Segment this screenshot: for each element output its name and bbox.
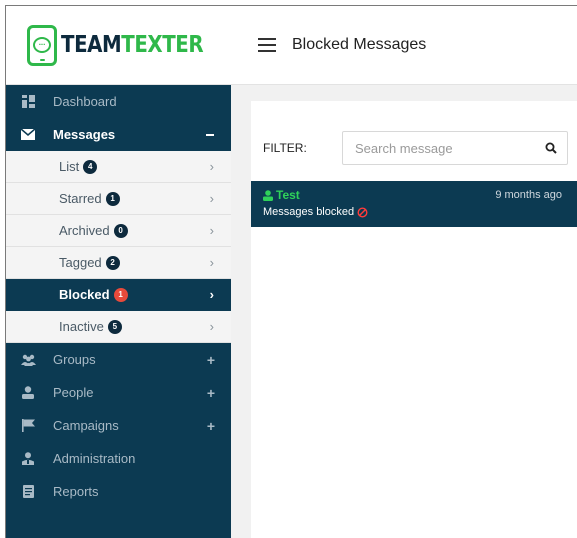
chevron-right-icon: › (209, 319, 214, 334)
chevron-right-icon: › (209, 255, 214, 270)
sidebar-item-label: People (53, 385, 94, 400)
sidebar-item-dashboard[interactable]: Dashboard (6, 85, 231, 118)
logo[interactable]: ··· TEAMTEXTER (6, 6, 231, 85)
subitem-label: Tagged (59, 255, 102, 270)
expand-plus-icon[interactable]: + (207, 385, 215, 401)
logo-texter: TEXTER (121, 32, 204, 58)
sidebar-item-label: Messages (53, 127, 116, 142)
contact-name: Test (276, 188, 300, 202)
logo-team: TEAM (61, 32, 122, 58)
envelope-icon (20, 127, 36, 143)
chevron-right-icon: › (209, 223, 214, 238)
sidebar-item-administration[interactable]: Administration (6, 442, 231, 475)
sidebar-item-label: Groups (53, 352, 96, 367)
message-text: Messages blocked (263, 206, 355, 218)
person-icon (20, 385, 36, 401)
sidebar-item-groups[interactable]: Groups + (6, 343, 231, 376)
count-badge: 4 (83, 159, 98, 174)
sidebar-item-campaigns[interactable]: Campaigns + (6, 409, 231, 442)
collapse-icon[interactable] (206, 133, 214, 136)
count-badge: 1 (113, 287, 128, 302)
subitem-label: Inactive (59, 319, 104, 334)
page-title: Blocked Messages (292, 36, 427, 53)
subitem-label: Starred (59, 191, 102, 206)
phone-logo-icon: ··· (27, 24, 57, 66)
report-icon (20, 484, 36, 500)
expand-plus-icon[interactable]: + (207, 418, 215, 434)
groups-icon (20, 352, 36, 368)
sidebar-item-reports[interactable]: Reports (6, 475, 231, 508)
filter-row: FILTER: (251, 131, 577, 165)
sidebar-item-people[interactable]: People + (6, 376, 231, 409)
message-contact: Test (263, 188, 300, 202)
sidebar-subitem-starred[interactable]: Starred 1 › (6, 183, 231, 215)
sidebar-subitem-tagged[interactable]: Tagged 2 › (6, 247, 231, 279)
count-badge: 2 (105, 255, 120, 270)
sidebar-subitem-archived[interactable]: Archived 0 › (6, 215, 231, 247)
flag-icon (20, 418, 36, 434)
sidebar-subitem-list[interactable]: List 4 › (6, 151, 231, 183)
subitem-label: Blocked (59, 287, 110, 302)
count-badge: 1 (105, 191, 120, 206)
hamburger-menu-icon[interactable] (258, 38, 276, 52)
admin-icon (20, 451, 36, 467)
chevron-right-icon: › (209, 287, 214, 302)
sidebar-item-messages[interactable]: Messages (6, 118, 231, 151)
count-badge: 5 (107, 319, 122, 334)
user-icon (263, 189, 273, 201)
sidebar: ··· TEAMTEXTER Dashboard Messages List 4… (6, 6, 231, 538)
sidebar-item-label: Reports (53, 484, 99, 499)
sidebar-item-label: Administration (53, 451, 136, 466)
chevron-right-icon: › (209, 191, 214, 206)
expand-plus-icon[interactable]: + (207, 352, 215, 368)
dashboard-icon (20, 94, 36, 110)
logo-text: TEAMTEXTER (61, 32, 204, 58)
blocked-icon (357, 206, 368, 218)
sidebar-item-label: Dashboard (53, 94, 117, 109)
message-row[interactable]: Test 9 months ago Messages blocked (251, 181, 577, 227)
message-time: 9 months ago (495, 189, 562, 201)
messages-panel: FILTER: Test 9 months ago Messages block… (251, 101, 577, 538)
top-header: Blocked Messages (231, 6, 577, 85)
sidebar-subitem-inactive[interactable]: Inactive 5 › (6, 311, 231, 343)
search-box (342, 131, 568, 165)
sidebar-item-label: Campaigns (53, 418, 119, 433)
count-badge: 0 (113, 223, 128, 238)
sidebar-subitem-blocked[interactable]: Blocked 1 › (6, 279, 231, 311)
app-frame: ··· TEAMTEXTER Dashboard Messages List 4… (5, 5, 577, 538)
filter-label: FILTER: (263, 141, 307, 155)
sidebar-nav: Dashboard Messages List 4 › Starred 1 › (6, 85, 231, 508)
chevron-right-icon: › (209, 159, 214, 174)
message-preview: Messages blocked (263, 206, 368, 218)
subitem-label: List (59, 159, 80, 174)
subitem-label: Archived (59, 223, 110, 238)
search-input[interactable] (343, 140, 533, 156)
search-icon[interactable] (545, 142, 557, 154)
